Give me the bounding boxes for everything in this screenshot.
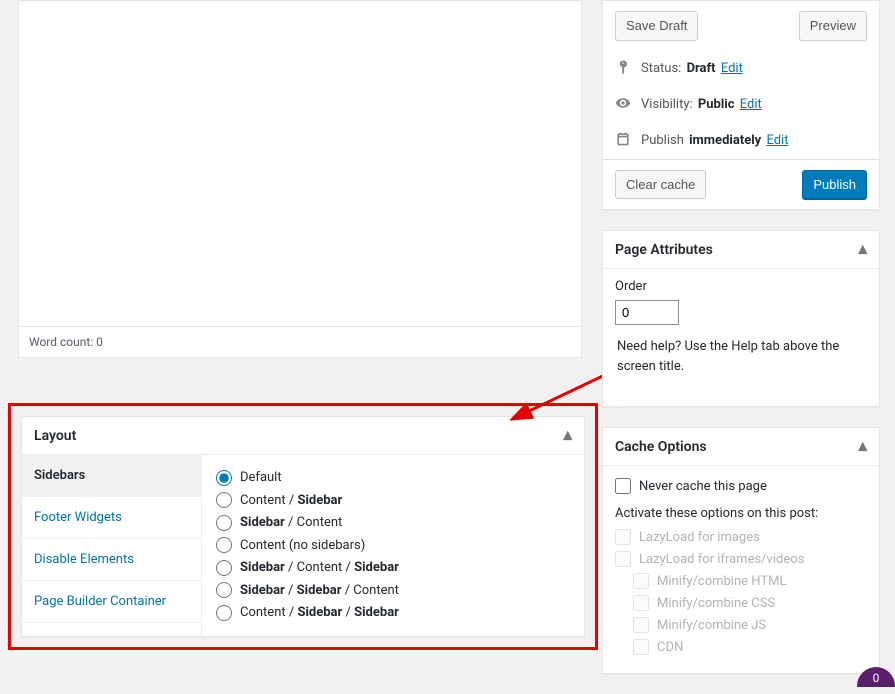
sidebar-layout-option[interactable]: Content / Sidebar / Sidebar bbox=[216, 603, 570, 623]
visibility-value: Public bbox=[698, 97, 735, 112]
visibility-edit-link[interactable]: Edit bbox=[740, 97, 762, 112]
preview-button[interactable]: Preview bbox=[799, 11, 867, 41]
schedule-value: immediately bbox=[689, 133, 761, 148]
layout-header[interactable]: Layout ▴ bbox=[22, 417, 584, 454]
word-count: Word count: 0 bbox=[19, 327, 581, 357]
layout-tab-sidebars[interactable]: Sidebars bbox=[22, 455, 201, 497]
cache-option-checkbox bbox=[615, 529, 631, 545]
sidebar-layout-label: Content (no sidebars) bbox=[240, 536, 365, 556]
visibility-icon bbox=[615, 95, 633, 115]
collapse-icon[interactable]: ▴ bbox=[858, 438, 867, 455]
layout-tab-disable-elements[interactable]: Disable Elements bbox=[22, 539, 201, 581]
layout-tabs: Sidebars Footer Widgets Disable Elements… bbox=[22, 455, 202, 636]
order-label: Order bbox=[615, 279, 867, 294]
cache-options-title: Cache Options bbox=[615, 439, 707, 455]
page-attributes-title: Page Attributes bbox=[615, 242, 713, 258]
sidebar-layout-radio[interactable] bbox=[216, 560, 232, 576]
sidebar-layout-label: Default bbox=[240, 468, 282, 488]
schedule-row: Publish immediately Edit bbox=[603, 123, 879, 159]
publish-button[interactable]: Publish bbox=[802, 170, 867, 200]
editor-box: Word count: 0 bbox=[18, 0, 582, 358]
cache-option-label: CDN bbox=[657, 640, 683, 655]
page-attributes-help: Need help? Use the Help tab above the sc… bbox=[617, 337, 865, 376]
cache-option-row: LazyLoad for iframes/videos bbox=[615, 551, 867, 567]
publish-actions: Clear cache Publish bbox=[603, 159, 879, 210]
visibility-row: Visibility: Public Edit bbox=[603, 87, 879, 123]
sidebar-layout-radio[interactable] bbox=[216, 515, 232, 531]
layout-tab-page-builder[interactable]: Page Builder Container bbox=[22, 581, 201, 623]
cache-option-label: LazyLoad for iframes/videos bbox=[639, 552, 804, 567]
cache-option-label: LazyLoad for images bbox=[639, 530, 760, 545]
sidebar-layout-option[interactable]: Content (no sidebars) bbox=[216, 536, 570, 556]
sidebar-layout-radio[interactable] bbox=[216, 492, 232, 508]
sidebar-layout-label: Sidebar / Sidebar / Content bbox=[240, 581, 399, 601]
cache-option-label: Minify/combine CSS bbox=[657, 596, 775, 611]
sidebar-layout-option[interactable]: Sidebar / Content / Sidebar bbox=[216, 558, 570, 578]
page-attributes-metabox: Page Attributes ▴ Order Need help? Use t… bbox=[602, 230, 880, 407]
publish-top-actions: Save Draft Preview bbox=[603, 1, 879, 51]
editor-content[interactable] bbox=[19, 1, 581, 327]
status-label: Status: bbox=[641, 61, 681, 76]
cache-option-checkbox bbox=[633, 595, 649, 611]
layout-tab-footer-widgets[interactable]: Footer Widgets bbox=[22, 497, 201, 539]
schedule-label: Publish bbox=[641, 133, 684, 148]
order-input[interactable] bbox=[615, 300, 679, 325]
cache-option-checkbox bbox=[633, 639, 649, 655]
never-cache-row: Never cache this page bbox=[615, 478, 867, 494]
sidebar-layout-label: Sidebar / Content bbox=[240, 513, 342, 533]
sidebar-layout-option[interactable]: Default bbox=[216, 468, 570, 488]
layout-title: Layout bbox=[34, 428, 76, 444]
never-cache-label: Never cache this page bbox=[639, 479, 767, 494]
sidebar-layout-option[interactable]: Sidebar / Content bbox=[216, 513, 570, 533]
cache-option-row: LazyLoad for images bbox=[615, 529, 867, 545]
sidebar-layout-label: Content / Sidebar / Sidebar bbox=[240, 603, 399, 623]
collapse-icon[interactable]: ▴ bbox=[858, 241, 867, 258]
status-row: Status: Draft Edit bbox=[603, 51, 879, 87]
cache-option-label: Minify/combine HTML bbox=[657, 574, 786, 589]
layout-options: DefaultContent / SidebarSidebar / Conten… bbox=[202, 455, 584, 636]
cache-option-checkbox bbox=[633, 573, 649, 589]
clear-cache-button[interactable]: Clear cache bbox=[615, 170, 706, 200]
status-value: Draft bbox=[687, 61, 716, 76]
sidebar-layout-label: Sidebar / Content / Sidebar bbox=[240, 558, 399, 578]
cache-options-metabox: Cache Options ▴ Never cache this page Ac… bbox=[602, 427, 880, 674]
cache-option-label: Minify/combine JS bbox=[657, 618, 766, 633]
sidebar-layout-radio[interactable] bbox=[216, 605, 232, 621]
cache-options-header[interactable]: Cache Options ▴ bbox=[603, 428, 879, 465]
cache-option-row: CDN bbox=[633, 639, 867, 655]
cache-option-checkbox bbox=[615, 551, 631, 567]
cache-option-checkbox bbox=[633, 617, 649, 633]
publish-metabox: Save Draft Preview Status: Draft Edit Vi… bbox=[602, 0, 880, 210]
sidebar-layout-option[interactable]: Content / Sidebar bbox=[216, 491, 570, 511]
calendar-icon bbox=[615, 131, 633, 151]
collapse-icon[interactable]: ▴ bbox=[563, 427, 572, 444]
schedule-edit-link[interactable]: Edit bbox=[766, 133, 788, 148]
layout-highlight-box: Layout ▴ Sidebars Footer Widgets Disable… bbox=[8, 403, 598, 650]
save-draft-button[interactable]: Save Draft bbox=[615, 11, 698, 41]
visibility-label: Visibility: bbox=[641, 97, 693, 112]
never-cache-checkbox[interactable] bbox=[615, 478, 631, 494]
sidebar-layout-label: Content / Sidebar bbox=[240, 491, 342, 511]
layout-metabox: Layout ▴ Sidebars Footer Widgets Disable… bbox=[21, 416, 585, 637]
cache-activate-label: Activate these options on this post: bbox=[615, 506, 867, 521]
sidebar-layout-radio[interactable] bbox=[216, 470, 232, 486]
sidebar-layout-option[interactable]: Sidebar / Sidebar / Content bbox=[216, 581, 570, 601]
status-edit-link[interactable]: Edit bbox=[721, 61, 743, 76]
key-icon bbox=[615, 59, 633, 79]
cache-option-row: Minify/combine HTML bbox=[633, 573, 867, 589]
sidebar-layout-radio[interactable] bbox=[216, 582, 232, 598]
sidebar-layout-radio[interactable] bbox=[216, 537, 232, 553]
page-attributes-header[interactable]: Page Attributes ▴ bbox=[603, 231, 879, 268]
cache-option-row: Minify/combine JS bbox=[633, 617, 867, 633]
cache-option-row: Minify/combine CSS bbox=[633, 595, 867, 611]
